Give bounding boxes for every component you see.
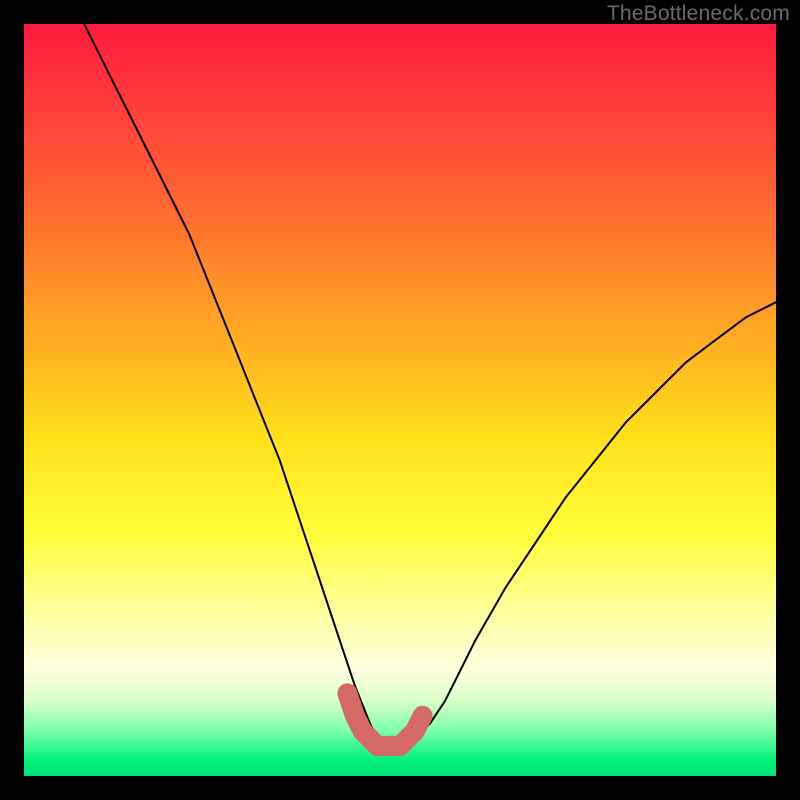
watermark-text: TheBottleneck.com (607, 2, 790, 26)
bottleneck-curve (84, 24, 776, 746)
chart-svg (24, 24, 776, 776)
sweet-spot-highlight (347, 693, 422, 746)
chart-canvas (24, 24, 776, 776)
